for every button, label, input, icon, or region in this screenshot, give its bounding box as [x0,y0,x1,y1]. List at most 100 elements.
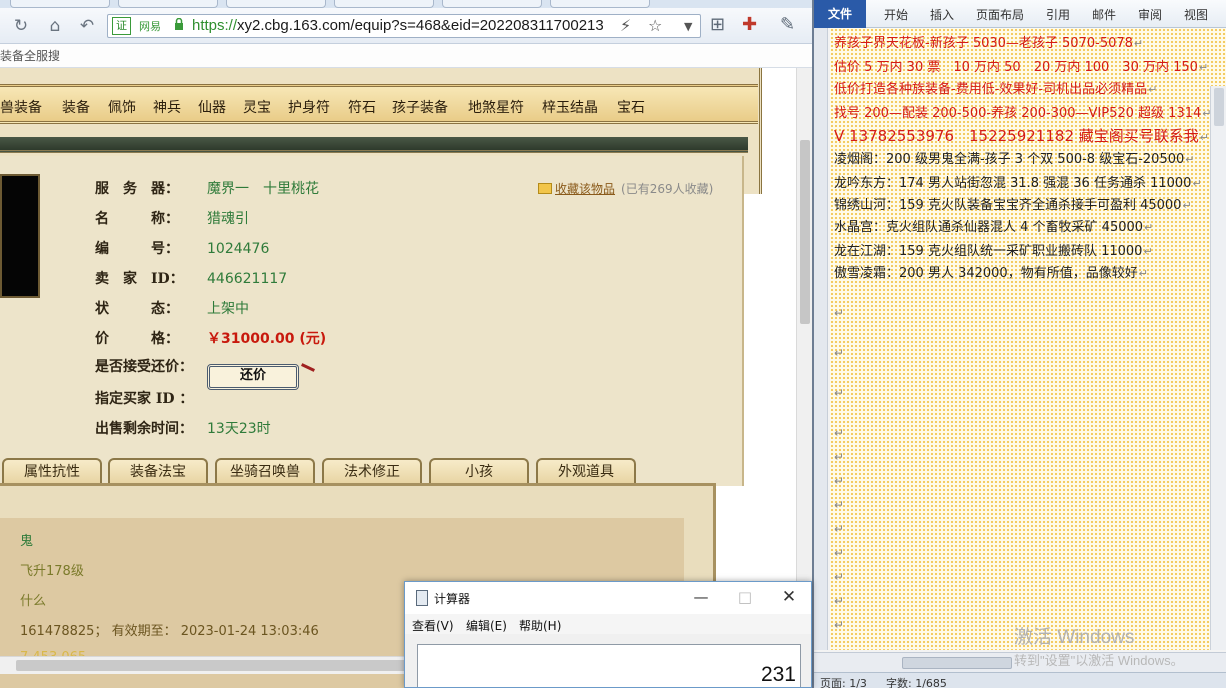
tab-view[interactable]: 视图 [1184,6,1208,23]
wrench-icon[interactable]: ✎ [780,14,795,36]
field-remaining-time: 出售剩余时间： 13天23时 [95,418,271,440]
star-icon[interactable]: ☆ [648,16,662,35]
calculator-title: 计算器 [434,592,471,606]
tab-attributes[interactable]: 属性抗性 [2,458,102,486]
category-item[interactable]: 装备 [62,97,90,117]
browser-tab[interactable] [118,0,218,8]
category-item[interactable]: 灵宝 [243,97,271,117]
tab-file[interactable]: 文件 [814,0,866,28]
gamepad-icon[interactable]: ✚ [742,14,757,36]
field-label: 名 称： [95,211,179,227]
tab-appearance[interactable]: 外观道具 [536,458,636,486]
category-item[interactable]: 神兵 [153,97,181,117]
field-label: 是否接受还价： [95,359,193,375]
chevron-down-icon[interactable]: ▼ [684,20,692,33]
field-label: 编 号： [95,241,179,257]
tab-mailings[interactable]: 邮件 [1092,6,1116,23]
paragraph-mark: ↵ [834,474,845,488]
paragraph-mark: ↵ [834,570,845,584]
list-item: 鬼 [20,534,34,549]
field-label: 价 格： [95,331,179,347]
lightning-icon[interactable]: ⚡ [620,16,631,35]
minimize-icon[interactable]: — [681,586,721,608]
browser-tab[interactable] [226,0,326,8]
price-value: ￥31000.00 (元) [207,331,327,347]
field-buyer-id: 指定买家 ID ： [95,388,207,410]
activation-watermark-title: 激活 Windows [1014,627,1135,648]
undo-icon[interactable]: ↶ [76,15,98,37]
browser-tab[interactable] [550,0,650,8]
calculator-window: 计算器 — □ ✕ 查看(V) 编辑(E) 帮助(H) 231 [404,581,812,688]
category-item[interactable]: 仙器 [198,97,226,117]
tab-layout[interactable]: 页面布局 [976,6,1024,23]
field-price: 价 格： ￥31000.00 (元) [95,328,326,350]
url-text[interactable]: https://xy2.cbg.163.com/equip?s=468&eid=… [192,17,604,34]
display-value: 231 [760,663,796,686]
browser-tab[interactable] [442,0,542,8]
paragraph-mark: ↵ [834,386,845,400]
doc-line: 傲雪凌霜：200 男人 342000，物有所值，品像较好↵ [834,266,1148,281]
close-icon[interactable]: ✕ [769,586,809,608]
field-status: 状 态： 上架中 [95,298,249,320]
tab-spells[interactable]: 法术修正 [322,458,422,486]
field-label: 卖 家 ID： [95,271,184,287]
field-haggle: 是否接受还价： 还价 [95,356,315,390]
status-word-count[interactable]: 字数: 1/685 [886,675,947,688]
tab-references[interactable]: 引用 [1046,6,1070,23]
calculator-menu: 查看(V) 编辑(E) 帮助(H) [405,614,811,634]
home-icon[interactable]: ⌂ [44,15,66,37]
field-label: 指定买家 ID ： [95,391,194,407]
scroll-thumb[interactable] [902,657,1012,669]
scroll-thumb[interactable] [800,140,810,324]
document-page[interactable]: 养孩子界天花板-新孩子 5030—老孩子 5070-5078↵ 估价 5 万内 … [830,28,1226,650]
category-item[interactable]: 孩子装备 [392,97,448,117]
field-label: 状 态： [95,301,179,317]
tab-home[interactable]: 开始 [884,6,908,23]
tab-equipment[interactable]: 装备法宝 [108,458,208,486]
field-value: 446621117 [207,271,288,287]
favorite-link[interactable]: 收藏该物品 [555,182,615,196]
bookmarks-bar: 装备全服搜 [0,44,812,68]
word-status-bar: 页面: 1/3 字数: 1/685 [814,672,1226,688]
doc-line: 养孩子界天花板-新孩子 5030—老孩子 5070-5078↵ [834,36,1144,51]
tab-review[interactable]: 审阅 [1138,6,1162,23]
category-item[interactable]: 梓玉结晶 [542,97,598,117]
ribbon-tabs: 文件 开始 插入 页面布局 引用 邮件 审阅 视图 [814,0,1226,28]
address-bar[interactable]: 证 网易 https://xy2.cbg.163.com/equip?s=468… [107,14,701,38]
field-server: 服 务 器： 魔界一 十里桃花 [95,178,319,200]
browser-tab[interactable] [334,0,434,8]
tab-children[interactable]: 小孩 [429,458,529,486]
haggle-button[interactable]: 还价 [207,364,299,390]
category-item[interactable]: 兽装备 [0,97,42,117]
category-item[interactable]: 护身符 [288,97,330,117]
maximize-icon[interactable]: □ [725,586,765,608]
category-item[interactable]: 符石 [348,97,376,117]
field-id: 编 号： 1024476 [95,238,269,260]
category-item[interactable]: 地煞星符 [468,97,524,117]
certificate-badge[interactable]: 证 [112,17,131,35]
status-page[interactable]: 页面: 1/3 [820,675,867,688]
paragraph-mark: ↵ [834,546,845,560]
bookmark-item[interactable]: 装备全服搜 [0,47,60,64]
paragraph-mark: ↵ [834,346,845,360]
windows-grid-icon[interactable]: ⊞ [710,14,725,36]
word-vertical-scrollbar[interactable] [1210,86,1226,650]
doc-line: 低价打造各种族装备-费用低-效果好-司机出品必须精品↵ [834,82,1158,97]
calculator-titlebar[interactable]: 计算器 — □ ✕ [405,582,811,614]
menu-view[interactable]: 查看(V) [412,617,454,634]
field-value: 猎魂引 [207,211,249,227]
category-item[interactable]: 宝石 [617,97,645,117]
browser-tab-strip [0,0,812,8]
field-value: 1024476 [207,241,270,257]
menu-help[interactable]: 帮助(H) [519,617,561,634]
category-item[interactable]: 佩饰 [108,97,136,117]
scroll-thumb[interactable] [16,660,406,671]
vertical-ruler [814,28,828,650]
tab-mounts[interactable]: 坐骑召唤兽 [215,458,315,486]
browser-tab[interactable] [10,0,110,8]
scroll-thumb[interactable] [1214,88,1224,126]
menu-edit[interactable]: 编辑(E) [466,617,507,634]
tab-insert[interactable]: 插入 [930,6,954,23]
doc-line: 水晶宫：克火组队通杀仙器混人 4 个畜牧采矿 45000↵ [834,220,1154,235]
refresh-icon[interactable]: ↻ [10,15,32,37]
